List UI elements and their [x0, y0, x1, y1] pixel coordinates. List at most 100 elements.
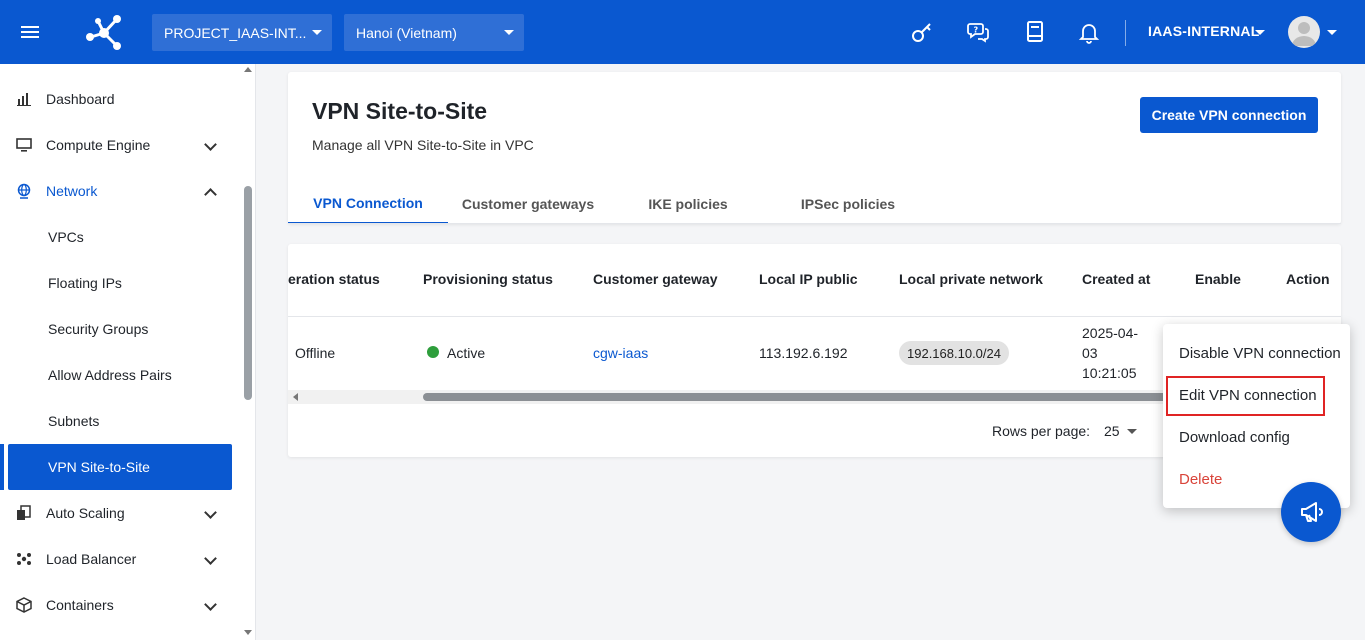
- svg-text:?: ?: [974, 26, 979, 35]
- column-header-enable[interactable]: Enable: [1195, 271, 1241, 287]
- menu-toggle-button[interactable]: [0, 0, 60, 64]
- network-logo-icon: [86, 15, 121, 50]
- page-header-card: VPN Site-to-Site Manage all VPN Site-to-…: [288, 72, 1341, 224]
- hamburger-icon: [21, 26, 39, 38]
- sidebar-item-load-balancer[interactable]: Load Balancer: [0, 536, 240, 582]
- chevron-down-icon[interactable]: [1255, 30, 1265, 35]
- status-active-indicator: [427, 346, 439, 358]
- rows-per-page-label: Rows per page:: [992, 423, 1091, 439]
- sidebar-item-security-groups[interactable]: Security Groups: [0, 306, 240, 352]
- column-header-local-ip-public[interactable]: Local IP public: [759, 271, 858, 287]
- chevron-down-icon: [504, 30, 514, 35]
- scroll-left-icon[interactable]: [293, 393, 298, 401]
- page-subtitle: Manage all VPN Site-to-Site in VPC: [312, 137, 534, 153]
- sidebar-item-label: Security Groups: [48, 321, 149, 337]
- megaphone-icon: [1301, 502, 1323, 522]
- column-header-operation-status[interactable]: eration status: [288, 271, 380, 287]
- sidebar-item-network[interactable]: Network: [0, 168, 240, 214]
- sidebar-item-subnets[interactable]: Subnets: [0, 398, 240, 444]
- column-header-action[interactable]: Action: [1286, 271, 1330, 287]
- sidebar-item-label: Containers: [46, 597, 114, 613]
- feedback-button[interactable]: [1281, 482, 1341, 542]
- chevron-down-icon: [204, 506, 217, 519]
- account-name[interactable]: IAAS-INTERNAL: [1148, 23, 1259, 39]
- menu-item-disable-vpn-connection[interactable]: Disable VPN connection: [1179, 345, 1341, 362]
- bell-icon[interactable]: [1075, 18, 1103, 46]
- customer-gateway-link[interactable]: cgw-iaas: [593, 345, 648, 361]
- sidebar-scrollbar-thumb[interactable]: [244, 186, 252, 400]
- sidebar-item-vpn-site-to-site[interactable]: VPN Site-to-Site: [8, 444, 232, 490]
- sidebar-item-allow-address-pairs[interactable]: Allow Address Pairs: [0, 352, 240, 398]
- chevron-down-icon: [312, 30, 322, 35]
- user-icon: [1292, 22, 1316, 46]
- divider: [1125, 20, 1126, 46]
- table-horizontal-scrollbar-thumb[interactable]: [423, 393, 1183, 401]
- sidebar-item-floating-ips[interactable]: Floating IPs: [0, 260, 240, 306]
- page-title: VPN Site-to-Site: [312, 98, 488, 124]
- project-select-value: PROJECT_IAAS-INT...: [164, 24, 307, 41]
- sidebar-item-compute-engine[interactable]: Compute Engine: [0, 122, 240, 168]
- auto-scaling-icon: [16, 505, 32, 521]
- chevron-down-icon: [204, 138, 217, 151]
- bar-chart-icon: [16, 91, 32, 107]
- box-icon: [16, 597, 32, 613]
- column-header-local-private-network[interactable]: Local private network: [899, 271, 1043, 287]
- created-at-line: 03: [1082, 345, 1098, 361]
- sidebar-item-label: Dashboard: [46, 91, 115, 107]
- created-at-line: 10:21:05: [1082, 365, 1137, 381]
- chevron-down-icon: [204, 552, 217, 565]
- tab-vpn-connection[interactable]: VPN Connection: [288, 184, 448, 224]
- local-private-network-chip: 192.168.10.0/24: [899, 341, 1009, 365]
- rows-per-page-select[interactable]: 25: [1104, 423, 1120, 439]
- sidebar-item-label: Network: [46, 183, 98, 199]
- region-select[interactable]: Hanoi (Vietnam): [344, 14, 524, 51]
- chevron-down-icon: [204, 598, 217, 611]
- key-icon[interactable]: [908, 18, 936, 46]
- document-icon[interactable]: [1021, 18, 1049, 46]
- provisioning-status-cell: Active: [447, 345, 486, 361]
- sidebar-item-containers[interactable]: Containers: [0, 582, 240, 628]
- created-at-line: 2025-04-: [1082, 325, 1139, 341]
- menu-item-delete[interactable]: Delete: [1179, 471, 1222, 488]
- sidebar-item-dashboard[interactable]: Dashboard: [0, 76, 240, 122]
- sidebar-item-label: Floating IPs: [48, 275, 122, 291]
- sidebar-item-label: Compute Engine: [46, 137, 151, 153]
- active-indicator: [0, 444, 4, 490]
- column-header-created-at[interactable]: Created at: [1082, 271, 1150, 287]
- tab-customer-gateways[interactable]: Customer gateways: [448, 184, 608, 224]
- project-select[interactable]: PROJECT_IAAS-INT...: [152, 14, 332, 51]
- menu-item-download-config[interactable]: Download config: [1179, 429, 1290, 446]
- create-vpn-connection-button[interactable]: Create VPN connection: [1140, 97, 1318, 133]
- created-at-cell: 2025-04- 03 10:21:05: [1082, 323, 1138, 383]
- avatar[interactable]: [1288, 16, 1320, 48]
- support-chat-icon[interactable]: ?: [964, 18, 992, 46]
- monitor-icon: [16, 137, 32, 153]
- globe-icon: [16, 183, 32, 199]
- chevron-up-icon: [204, 188, 217, 201]
- sidebar-item-vpcs[interactable]: VPCs: [0, 214, 240, 260]
- scroll-down-icon[interactable]: [244, 630, 252, 635]
- top-bar: PROJECT_IAAS-INT... Hanoi (Vietnam) ? IA…: [0, 0, 1365, 64]
- local-ip-public-cell: 113.192.6.192: [759, 345, 848, 361]
- tab-ike-policies[interactable]: IKE policies: [608, 184, 768, 224]
- sidebar-item-label: Subnets: [48, 413, 100, 429]
- sidebar-item-label: Allow Address Pairs: [48, 367, 172, 383]
- sidebar-item-label: VPCs: [48, 229, 84, 245]
- chevron-down-icon[interactable]: [1127, 429, 1137, 434]
- action-context-menu: Disable VPN connection Edit VPN connecti…: [1163, 324, 1350, 508]
- operation-status-cell: Offline: [295, 345, 336, 361]
- divider: [288, 223, 1341, 224]
- sidebar-item-label: Auto Scaling: [46, 505, 125, 521]
- sidebar-item-label: VPN Site-to-Site: [48, 459, 150, 475]
- logo[interactable]: [60, 0, 148, 64]
- chevron-down-icon[interactable]: [1327, 30, 1337, 35]
- sidebar: Dashboard Compute Engine Network VPCs Fl…: [0, 64, 256, 640]
- sidebar-item-label: Load Balancer: [46, 551, 137, 567]
- column-header-provisioning-status[interactable]: Provisioning status: [423, 271, 553, 287]
- scroll-up-icon[interactable]: [244, 67, 252, 72]
- column-header-customer-gateway[interactable]: Customer gateway: [593, 271, 717, 287]
- sidebar-item-auto-scaling[interactable]: Auto Scaling: [0, 490, 240, 536]
- region-select-value: Hanoi (Vietnam): [356, 24, 457, 41]
- tab-ipsec-policies[interactable]: IPSec policies: [768, 184, 928, 224]
- menu-item-edit-vpn-connection[interactable]: Edit VPN connection: [1179, 387, 1317, 404]
